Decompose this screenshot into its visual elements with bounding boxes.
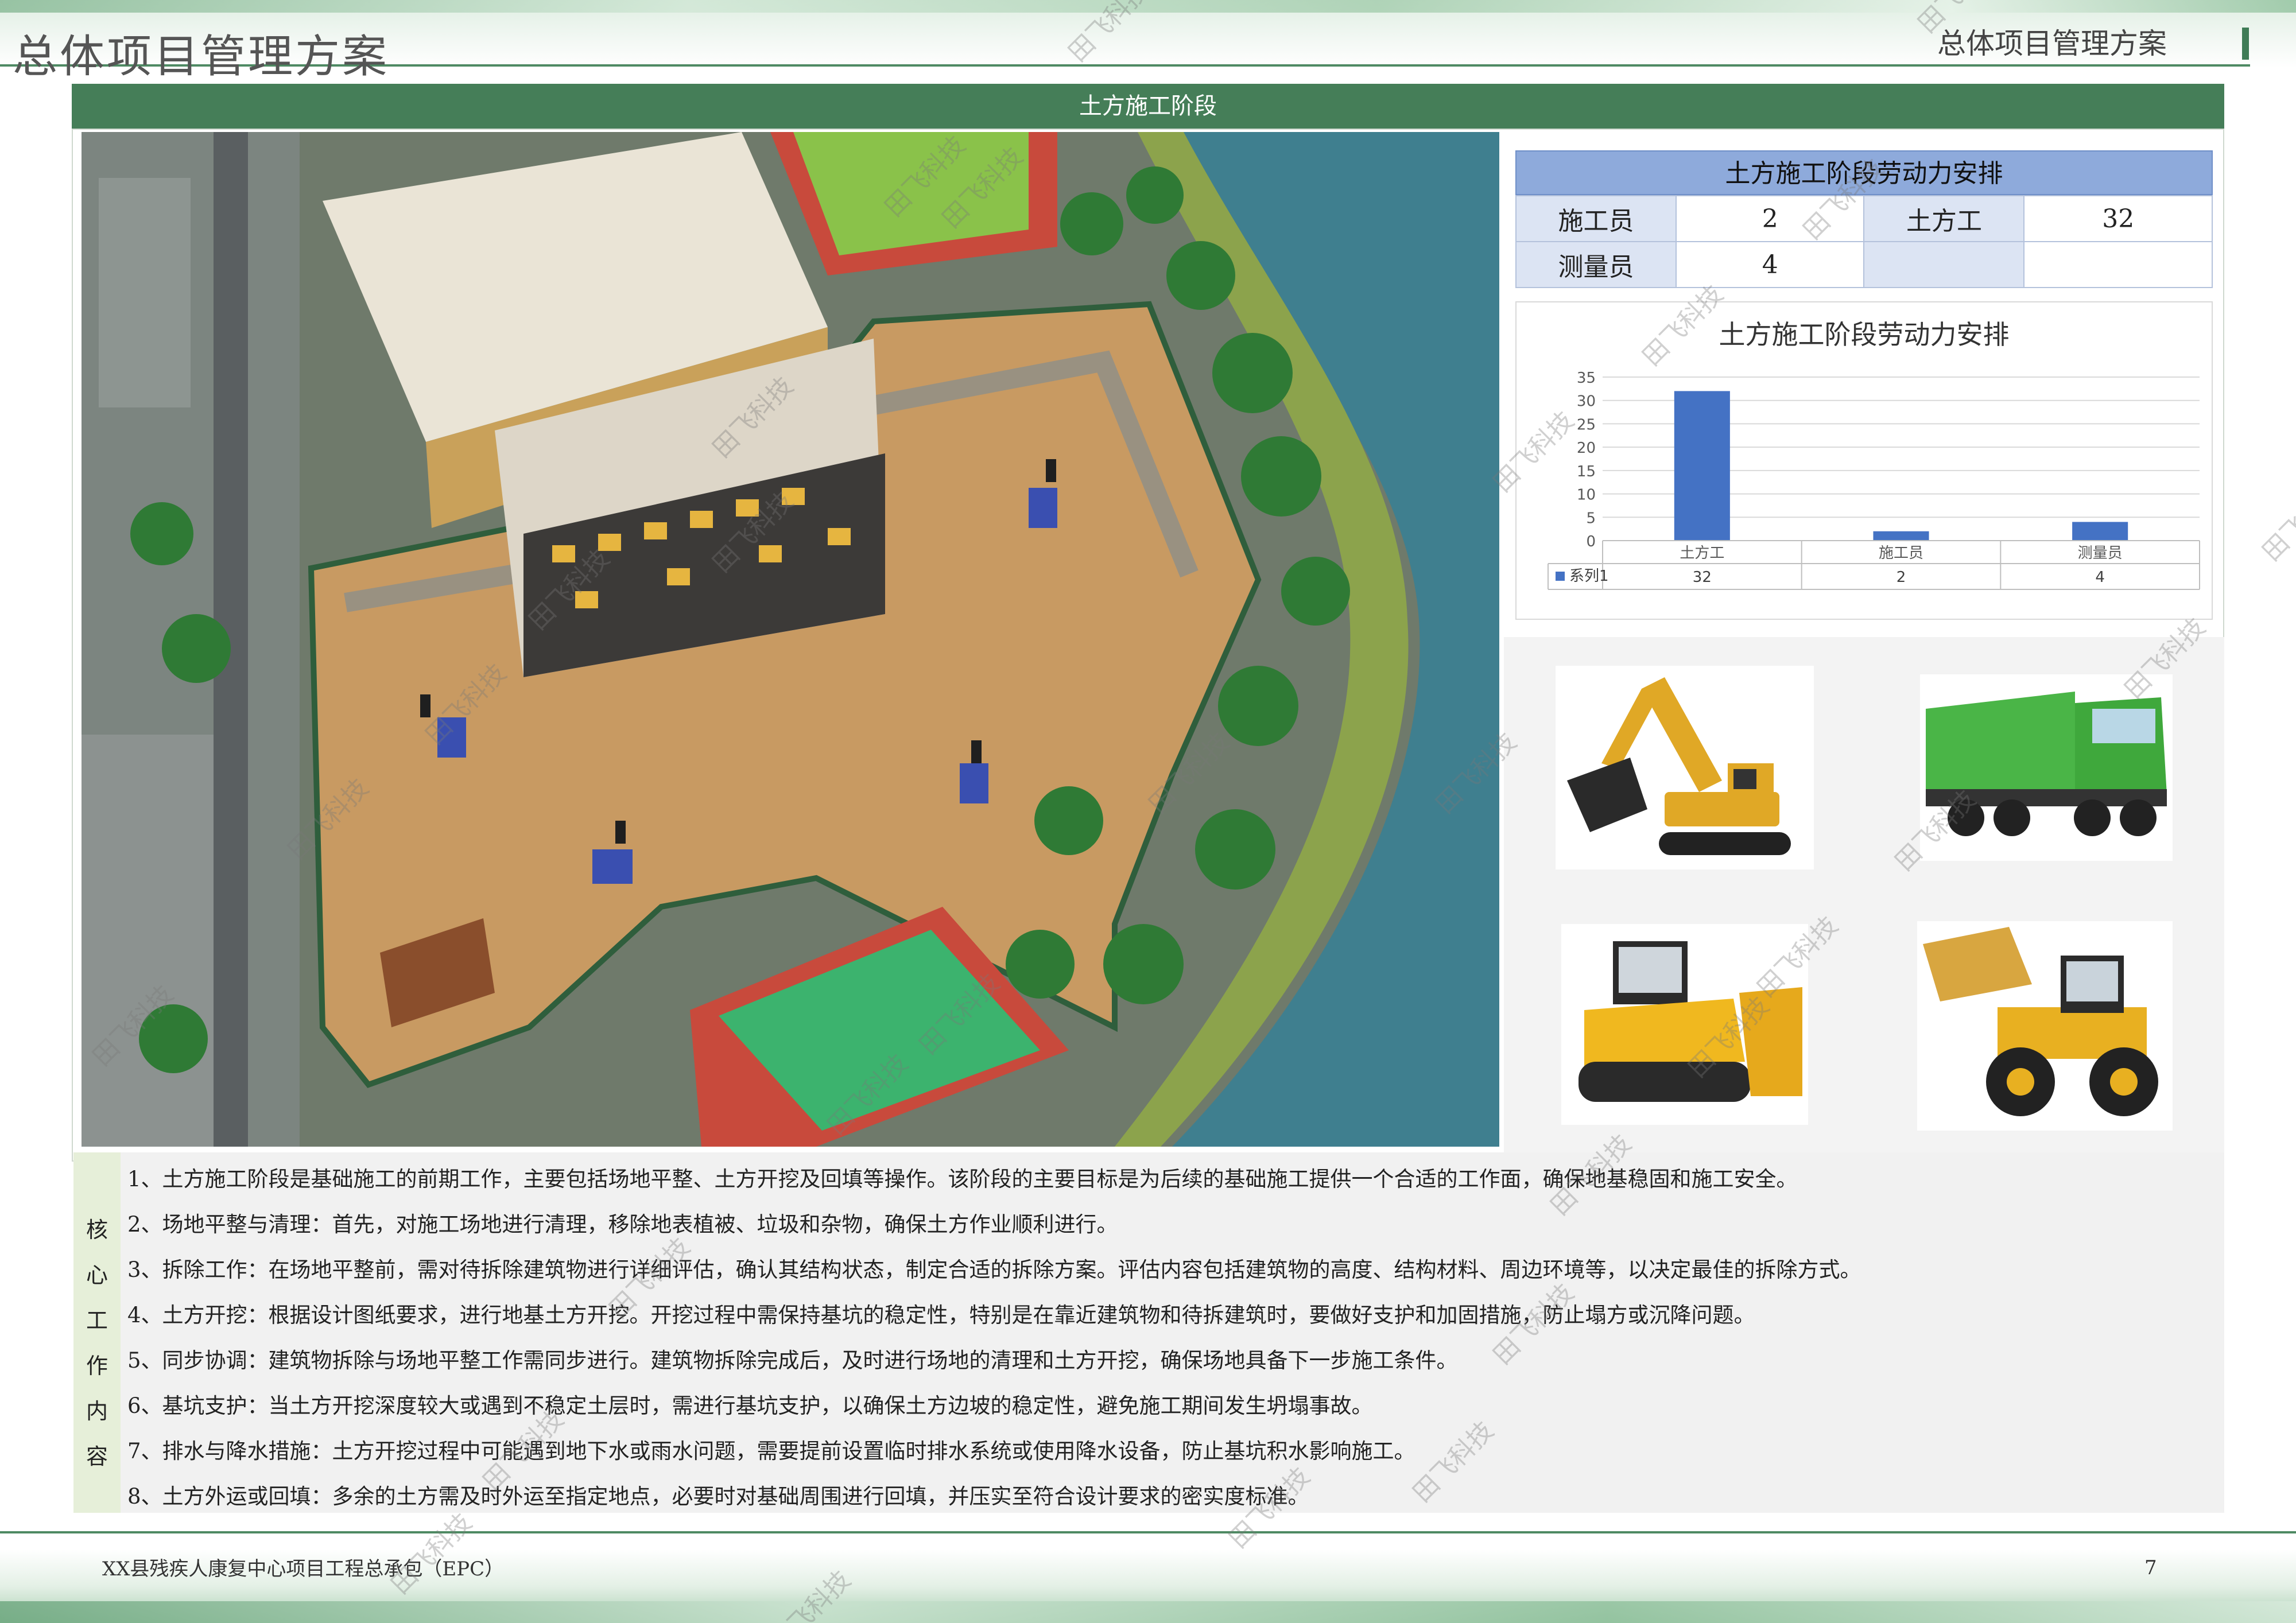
y-tick-label: 35 xyxy=(1577,370,1596,387)
document-title-right: 总体项目管理方案 xyxy=(1937,27,2167,60)
labor-grid: 施工员 2 土方工 32 测量员 4 xyxy=(1515,195,2213,288)
bar xyxy=(2072,522,2128,541)
site-aerial-rendering xyxy=(82,132,1499,1147)
core-label-char: 容 xyxy=(86,1444,108,1469)
bar xyxy=(1873,531,1929,541)
core-label-char: 内 xyxy=(86,1399,108,1424)
list-item: 7、排水与降水措施：土方开挖过程中可能遇到地下水或雨水问题，需要提前设置临时排水… xyxy=(127,1439,1415,1463)
y-tick-label: 20 xyxy=(1577,440,1596,457)
y-tick-label: 0 xyxy=(1586,533,1596,550)
data-label: 2 xyxy=(1896,569,1906,586)
list-item: 2、场地平整与清理：首先，对施工场地进行清理，移除地表植被、垃圾和杂物，确保土方… xyxy=(127,1212,1118,1237)
header-brush-stroke xyxy=(0,0,2296,13)
y-tick-label: 30 xyxy=(1577,393,1596,410)
table-cell: 2 xyxy=(1675,195,1865,242)
header-accent-bar xyxy=(2242,28,2249,60)
x-tick-label: 测量员 xyxy=(2078,545,2123,562)
list-item: 1、土方施工阶段是基础施工的前期工作，主要包括场地平整、土方开挖及回填等操作。该… xyxy=(127,1167,1798,1191)
list-item: 8、土方外运或回填：多余的土方需及时外运至指定地点，必要时对基础周围进行回填，并… xyxy=(127,1484,1309,1509)
x-tick-label: 土方工 xyxy=(1680,545,1724,562)
y-tick-label: 15 xyxy=(1577,463,1596,480)
legend-label: 系列1 xyxy=(1569,568,1609,585)
bulldozer-photo xyxy=(1561,924,1808,1125)
equipment-gallery xyxy=(1504,637,2224,1154)
data-label: 4 xyxy=(2095,569,2105,586)
page-number: 7 xyxy=(2144,1556,2157,1579)
list-item: 3、拆除工作：在场地平整前，需对待拆除建筑物进行详细评估，确认其结构状态，制定合… xyxy=(127,1257,1861,1282)
table-cell xyxy=(1863,241,2025,288)
wheel-loader-photo xyxy=(1917,921,2173,1131)
bar xyxy=(1674,391,1730,541)
table-cell: 施工员 xyxy=(1515,195,1677,242)
list-item: 6、基坑支护：当土方开挖深度较大或遇到不稳定土层时，需进行基坑支护，以确保土方边… xyxy=(127,1393,1373,1418)
table-cell: 测量员 xyxy=(1515,241,1677,288)
footer-project-name: XX县残疾人康复中心项目工程总承包（EPC） xyxy=(102,1558,505,1581)
labor-chart: 土方施工阶段劳动力安排 0 5 10 15 20 25 30 35 土方工 施工员 测量员 32 2 4 系… xyxy=(1515,301,2213,620)
table-cell: 32 xyxy=(2023,195,2213,242)
legend-swatch xyxy=(1556,572,1565,581)
x-tick-label: 施工员 xyxy=(1879,545,1923,562)
core-work-label: 核 心 工 作 内 容 xyxy=(73,1152,121,1513)
table-row: 施工员 2 土方工 32 xyxy=(1515,195,2213,242)
y-tick-label: 10 xyxy=(1577,487,1596,504)
watermark-text: 田飞科技 xyxy=(2257,475,2296,567)
list-item: 4、土方开挖：根据设计图纸要求，进行地基土方开挖。开挖过程中需保持基坑的稳定性，… xyxy=(127,1303,1755,1327)
labor-table-title: 土方施工阶段劳动力安排 xyxy=(1515,150,2213,195)
table-cell: 土方工 xyxy=(1863,195,2025,242)
section-title: 土方施工阶段 xyxy=(72,84,2224,129)
labor-table: 土方施工阶段劳动力安排 施工员 2 土方工 32 测量员 4 xyxy=(1515,150,2213,288)
table-cell: 4 xyxy=(1675,241,1865,288)
core-label-char: 核 xyxy=(86,1217,108,1243)
core-label-char: 工 xyxy=(86,1308,108,1333)
chart-plot: 0 5 10 15 20 25 30 35 土方工 施工员 测量员 32 2 4 系列1 xyxy=(1548,370,2200,590)
y-tick-label: 5 xyxy=(1586,510,1596,527)
y-tick-label: 25 xyxy=(1577,416,1596,433)
core-label-char: 心 xyxy=(86,1263,108,1288)
core-label-char: 作 xyxy=(86,1353,108,1379)
table-row: 测量员 4 xyxy=(1515,241,2213,288)
document-title: 总体项目管理方案 xyxy=(13,31,390,83)
footer-rule xyxy=(0,1531,2296,1533)
excavator-photo xyxy=(1556,666,1814,869)
table-cell xyxy=(2023,241,2213,288)
list-item: 5、同步协调：建筑物拆除与场地平整工作需同步进行。建筑物拆除完成后，及时进行场地… xyxy=(127,1348,1458,1373)
footer-brush-stroke xyxy=(0,1601,2296,1623)
dump-truck-photo xyxy=(1920,674,2173,861)
data-label: 32 xyxy=(1693,569,1712,586)
